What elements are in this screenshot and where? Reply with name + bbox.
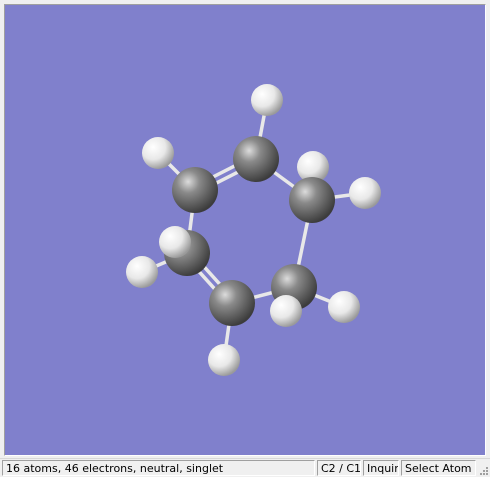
resize-grip-icon[interactable]: [477, 464, 489, 476]
status-bar: 16 atoms, 46 electrons, neutral, singlet…: [0, 458, 490, 477]
hydrogen-atom-8[interactable]: [270, 295, 302, 327]
action-hint: Select Atom 1: [401, 460, 476, 476]
hydrogen-atom-6[interactable]: [126, 256, 158, 288]
hydrogen-atom-4[interactable]: [349, 177, 381, 209]
hydrogen-atom-9[interactable]: [208, 344, 240, 376]
carbon-atom-5[interactable]: [209, 280, 255, 326]
mode-indicator: Inquire: [363, 460, 399, 476]
molecule-viewport[interactable]: [4, 4, 486, 456]
molecule-canvas[interactable]: [5, 5, 485, 455]
carbon-atom-2[interactable]: [172, 167, 218, 213]
hydrogen-atom-1[interactable]: [251, 84, 283, 116]
hydrogen-atom-5[interactable]: [159, 226, 191, 258]
hydrogen-atom-7[interactable]: [328, 291, 360, 323]
carbon-atom-1[interactable]: [233, 136, 279, 182]
hydrogen-atom-2[interactable]: [142, 137, 174, 169]
point-group-text: C2 / C1: [317, 460, 361, 476]
molecule-info-text: 16 atoms, 46 electrons, neutral, singlet: [2, 460, 315, 476]
carbon-atom-3[interactable]: [289, 177, 335, 223]
